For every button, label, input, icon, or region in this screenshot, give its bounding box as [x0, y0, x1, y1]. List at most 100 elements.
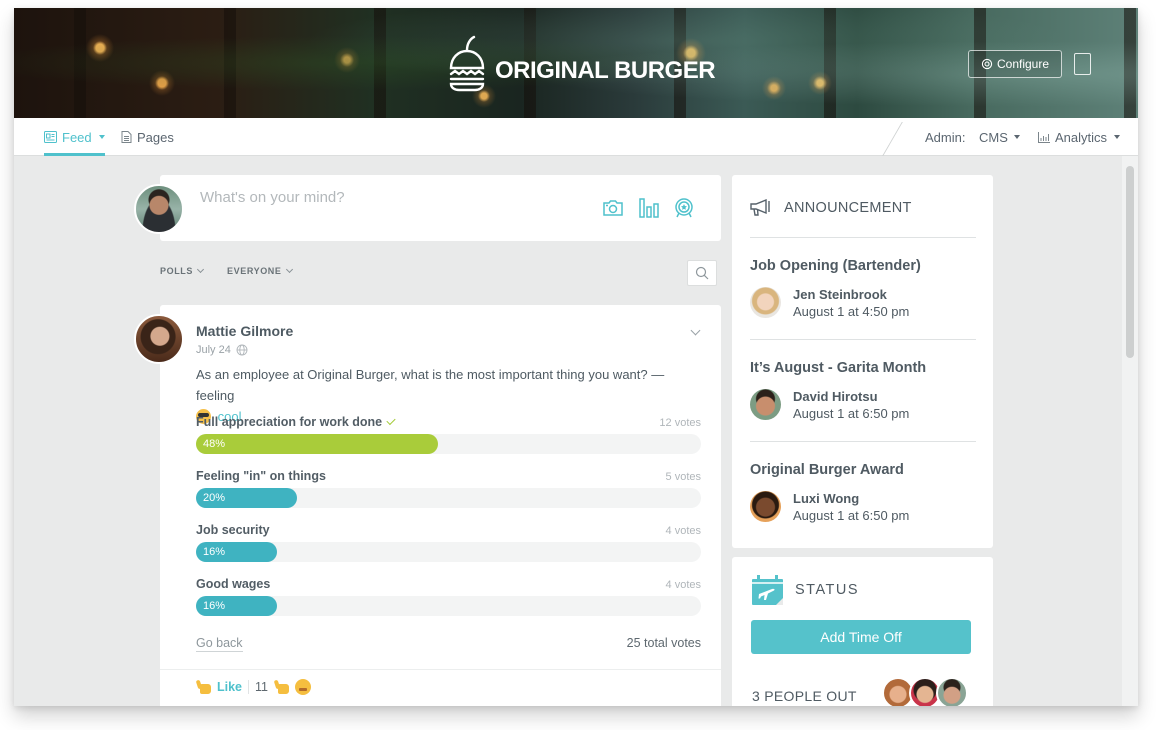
avatar	[750, 491, 781, 522]
people-out-label[interactable]: 3 PEOPLE OUT	[752, 688, 857, 704]
poll-progress-fill: 48%	[196, 434, 439, 454]
poll-icon[interactable]	[638, 197, 660, 219]
tab-feed-label: Feed	[62, 129, 92, 145]
brand-name: ORIGINAL BURGER	[495, 57, 716, 84]
search-button[interactable]	[687, 260, 717, 286]
announcement-item-title[interactable]: Original Burger Award	[750, 462, 976, 478]
poll-option-text: Full appreciation for work done	[196, 415, 383, 429]
poll-progress-track: 48%	[196, 434, 701, 454]
feed-icon	[44, 131, 57, 143]
cms-dropdown[interactable]: CMS	[979, 118, 1020, 156]
divider	[750, 339, 976, 340]
post-date-text: July 24	[196, 344, 231, 356]
poll-progress-fill: 16%	[196, 542, 277, 562]
filter-audience-dropdown[interactable]: EVERYONE	[227, 265, 293, 276]
angry-reaction-icon	[295, 679, 311, 695]
thumbs-up-icon[interactable]	[196, 680, 211, 694]
cms-label: CMS	[979, 129, 1008, 145]
poll-option-label: Full appreciation for work done	[196, 415, 396, 429]
announcement-header: ANNOUNCEMENT	[750, 199, 912, 217]
poll-option-label: Job security	[196, 523, 270, 537]
app-window: ORIGINAL BURGER Configure Feed Pages Adm…	[14, 8, 1138, 706]
announcement-item-time: August 1 at 6:50 pm	[793, 406, 910, 421]
feed-post: Mattie Gilmore July 24 As an employee at…	[160, 305, 721, 706]
announcement-item-title[interactable]: It’s August - Garita Month	[750, 360, 976, 376]
announcement-card: ANNOUNCEMENT Job Opening (Bartender) Jen…	[732, 175, 993, 548]
burger-logo-icon	[449, 35, 485, 92]
avatar	[936, 677, 968, 706]
chevron-down-icon	[1114, 135, 1121, 139]
people-out-avatars[interactable]	[882, 677, 972, 706]
analytics-icon	[1038, 131, 1050, 143]
filter-audience-label: EVERYONE	[227, 266, 282, 276]
announcement-item-time: August 1 at 6:50 pm	[793, 508, 910, 523]
go-back-link[interactable]: Go back	[196, 636, 243, 652]
analytics-label: Analytics	[1055, 129, 1108, 145]
poll-footer: Go back 25 total votes	[196, 636, 701, 658]
poll-progress-track: 16%	[196, 542, 701, 562]
avatar	[750, 389, 781, 420]
post-date: July 24	[196, 344, 248, 356]
announcement-item-title[interactable]: Job Opening (Bartender)	[750, 258, 976, 274]
announcement-item-time: August 1 at 4:50 pm	[793, 304, 910, 319]
poll-progress-fill: 20%	[196, 488, 297, 508]
avatar	[750, 287, 781, 318]
chevron-down-icon	[285, 265, 293, 274]
status-input[interactable]	[200, 189, 580, 206]
poll-option-votes: 12 votes	[659, 417, 701, 429]
tab-pages[interactable]: Pages	[121, 118, 174, 156]
tablet-icon[interactable]	[1074, 53, 1091, 75]
total-votes: 25 total votes	[626, 636, 701, 650]
announcement-item[interactable]: Original Burger Award Luxi Wong August 1…	[750, 462, 976, 523]
poll-progress-track: 20%	[196, 488, 701, 508]
poll: Full appreciation for work done 12 votes 4…	[196, 415, 701, 631]
filter-type-label: POLLS	[160, 266, 194, 276]
poll-option[interactable]: Full appreciation for work done 12 votes 4…	[196, 415, 701, 469]
add-time-off-button[interactable]: Add Time Off	[751, 620, 971, 654]
like-button[interactable]: Like	[217, 680, 242, 694]
globe-icon	[236, 344, 248, 356]
status-header: STATUS	[752, 575, 859, 605]
award-icon[interactable]	[673, 197, 695, 219]
feed-filters: POLLS EVERYONE	[160, 265, 293, 276]
thumbs-up-reaction-icon	[274, 680, 289, 694]
post-author-avatar[interactable]	[134, 314, 184, 364]
configure-label: Configure	[996, 57, 1050, 71]
configure-button[interactable]: Configure	[968, 50, 1062, 78]
page-scrollbar[interactable]	[1122, 156, 1138, 706]
analytics-dropdown[interactable]: Analytics	[1038, 118, 1121, 156]
current-user-avatar[interactable]	[134, 184, 184, 234]
poll-option-text: Job security	[196, 523, 270, 537]
poll-option[interactable]: Job security 4 votes 16%	[196, 523, 701, 577]
poll-option[interactable]: Good wages 4 votes 16%	[196, 577, 701, 631]
chevron-down-icon	[98, 135, 105, 139]
poll-option[interactable]: Feeling "in" on things 5 votes 20%	[196, 469, 701, 523]
admin-label: Admin:	[925, 118, 965, 156]
divider	[248, 680, 250, 694]
megaphone-icon	[750, 199, 770, 216]
chevron-down-icon	[1013, 135, 1020, 139]
page-icon	[121, 131, 132, 143]
post-options-chevron-icon[interactable]	[690, 325, 701, 336]
tab-pages-label: Pages	[137, 129, 174, 145]
poll-progress-fill: 16%	[196, 596, 277, 616]
status-card: STATUS Add Time Off 3 PEOPLE OUT	[732, 557, 993, 706]
checkmark-icon	[386, 415, 396, 425]
announcement-item[interactable]: Job Opening (Bartender) Jen Steinbrook A…	[750, 258, 976, 319]
camera-icon[interactable]	[602, 197, 624, 219]
poll-option-label: Feeling "in" on things	[196, 469, 326, 483]
reaction-count[interactable]: 11	[255, 680, 268, 694]
announcement-item-author: Jen Steinbrook	[793, 287, 887, 302]
brand-logo[interactable]: ORIGINAL BURGER	[447, 33, 716, 93]
announcement-item[interactable]: It’s August - Garita Month David Hirotsu…	[750, 360, 976, 421]
nav-divider	[882, 122, 903, 156]
post-author[interactable]: Mattie Gilmore	[196, 323, 293, 339]
announcement-title: ANNOUNCEMENT	[784, 200, 912, 216]
scrollbar-thumb[interactable]	[1126, 166, 1134, 358]
announcement-item-author: David Hirotsu	[793, 389, 878, 404]
post-composer	[160, 175, 721, 241]
filter-type-dropdown[interactable]: POLLS	[160, 265, 205, 276]
admin-label-text: Admin:	[925, 129, 966, 145]
announcement-item-author: Luxi Wong	[793, 491, 860, 506]
tab-feed[interactable]: Feed	[44, 118, 105, 156]
